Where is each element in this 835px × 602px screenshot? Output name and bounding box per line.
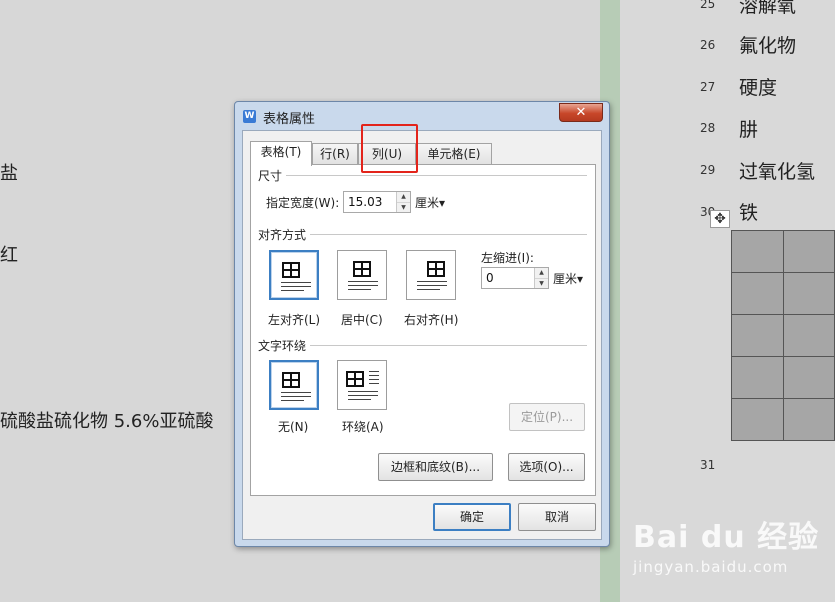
doc-text-line: 红 (0, 245, 18, 266)
tab-row[interactable]: 行(R) (312, 143, 358, 165)
table-wrap-icon (346, 371, 364, 387)
dialog-body: 表格(T) 行(R) 列(U) 单元格(E) 尺寸 指定宽度(W): ▲ ▼ 厘… (242, 130, 602, 540)
indent-spin-buttons[interactable]: ▲ ▼ (534, 268, 548, 288)
line-number: 25 (700, 0, 716, 11)
baidu-jingyan-watermark: Bai du 经验 jingyan.baidu.com (633, 512, 819, 576)
table-cell[interactable] (782, 230, 835, 273)
table-cell[interactable] (782, 272, 835, 315)
column-tab-highlight (361, 124, 418, 173)
table-left-icon (282, 262, 300, 278)
table-right-icon (427, 261, 445, 277)
text-lines-icon (281, 392, 311, 404)
table-properties-dialog: W 表格属性 ✕ 表格(T) 行(R) 列(U) 单元格(E) 尺寸 指定宽度(… (234, 101, 610, 547)
line-text: 过氧化氢 (739, 161, 816, 183)
doc-text-line: 盐 (0, 163, 18, 184)
section-divider (259, 175, 587, 176)
table-move-handle-icon[interactable]: ✥ (710, 210, 730, 228)
document-table (731, 230, 835, 441)
table-cell[interactable] (731, 272, 784, 315)
line-number: 31 (700, 458, 716, 472)
table-cell[interactable] (782, 398, 835, 441)
left-indent-label: 左缩进(I): (481, 251, 534, 265)
wps-app-icon: W (243, 110, 256, 123)
align-left-label: 左对齐(L) (268, 313, 321, 327)
table-center-icon (353, 261, 371, 277)
spin-up-icon[interactable]: ▲ (397, 192, 410, 202)
line-number: 29 (700, 163, 716, 177)
table-cell[interactable] (731, 398, 784, 441)
wrap-section-label: 文字环绕 (258, 337, 311, 354)
side-lines-icon (369, 371, 379, 387)
spin-up-icon[interactable]: ▲ (535, 268, 548, 278)
borders-shading-button[interactable]: 边框和底纹(B)... (378, 453, 493, 481)
wrap-around-label: 环绕(A) (342, 420, 384, 434)
size-section-label: 尺寸 (258, 167, 287, 184)
text-lines-icon (348, 391, 378, 403)
table-cell[interactable] (731, 230, 784, 273)
width-unit-dropdown[interactable]: 厘米▾ (415, 194, 445, 211)
text-lines-icon (417, 281, 447, 293)
wrap-none-label: 无(N) (278, 420, 309, 434)
watermark-url: jingyan.baidu.com (633, 558, 789, 576)
left-indent-input[interactable] (482, 268, 534, 288)
table-cell[interactable] (782, 356, 835, 399)
line-text: 肼 (739, 119, 759, 141)
spin-down-icon[interactable]: ▼ (535, 278, 548, 288)
dialog-title: 表格属性 (263, 112, 316, 127)
text-lines-icon (348, 281, 378, 293)
line-text: 氟化物 (739, 35, 797, 57)
tab-table[interactable]: 表格(T) (250, 141, 312, 166)
cancel-button[interactable]: 取消 (518, 503, 596, 531)
width-input[interactable] (344, 192, 396, 212)
table-cell[interactable] (731, 314, 784, 357)
ok-button[interactable]: 确定 (433, 503, 511, 531)
doc-text-line: 硫酸盐硫化物 5.6%亚硫酸 (0, 411, 214, 432)
alignment-section-label: 对齐方式 (258, 226, 311, 243)
line-text: 硬度 (739, 77, 778, 99)
align-center-label: 居中(C) (341, 313, 383, 327)
watermark-logo: Bai du 经验 (633, 520, 820, 555)
width-label: 指定宽度(W): (266, 196, 340, 210)
line-number: 27 (700, 80, 716, 94)
left-indent-spinner[interactable]: ▲ ▼ (481, 267, 549, 289)
align-center-option[interactable] (337, 250, 387, 300)
align-right-option[interactable] (406, 250, 456, 300)
spin-down-icon[interactable]: ▼ (397, 202, 410, 212)
align-right-label: 右对齐(H) (404, 313, 459, 327)
dialog-titlebar[interactable]: W 表格属性 ✕ (235, 102, 609, 130)
wrap-none-option[interactable] (269, 360, 319, 410)
text-lines-icon (281, 282, 311, 294)
line-text: 溶解氧 (739, 0, 797, 17)
table-cell[interactable] (782, 314, 835, 357)
indent-unit-dropdown[interactable]: 厘米▾ (553, 270, 583, 287)
table-no-wrap-icon (282, 372, 300, 388)
table-cell[interactable] (731, 356, 784, 399)
table-tab-panel: 尺寸 指定宽度(W): ▲ ▼ 厘米▾ 对齐方式 左对齐(L) (250, 164, 596, 496)
line-text: 铁 (739, 202, 759, 224)
width-spinner[interactable]: ▲ ▼ (343, 191, 411, 213)
tab-cell[interactable]: 单元格(E) (416, 143, 492, 165)
position-button[interactable]: 定位(P)... (509, 403, 585, 431)
options-button[interactable]: 选项(O)... (508, 453, 585, 481)
line-number: 28 (700, 121, 716, 135)
close-button[interactable]: ✕ (559, 103, 603, 122)
width-spin-buttons[interactable]: ▲ ▼ (396, 192, 410, 212)
align-left-option[interactable] (269, 250, 319, 300)
line-number: 26 (700, 38, 716, 52)
wrap-around-option[interactable] (337, 360, 387, 410)
